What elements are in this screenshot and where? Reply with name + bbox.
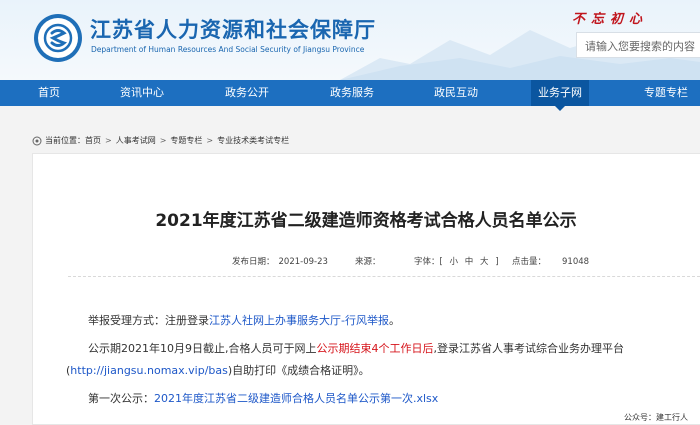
publish-date-value: 2021-09-23: [278, 257, 328, 267]
font-close-bracket: ]: [495, 257, 499, 267]
report-suffix: 。: [388, 314, 400, 327]
source: 来源：: [355, 255, 381, 267]
nav-item-business-subnet[interactable]: 业务子网: [531, 80, 589, 111]
location-icon: [32, 136, 42, 145]
breadcrumb-separator: >: [105, 136, 112, 145]
font-label: 字体：[: [414, 257, 443, 267]
notice-paragraph: 公示期2021年10月9日截止,合格人员可于网上公示期结束4个工作日后,登录江苏…: [88, 340, 624, 356]
breadcrumb-item-exam-site[interactable]: 人事考试网: [116, 135, 156, 146]
breadcrumb-separator: >: [159, 136, 167, 145]
hits-label: 点击量：: [512, 257, 547, 267]
nav-item-gov-public[interactable]: 政务公开: [225, 80, 269, 106]
font-small-button[interactable]: 小: [450, 257, 459, 267]
first-notice-paragraph: 第一次公示：2021年度江苏省二级建造师合格人员名单公示第一次.xlsx: [88, 390, 438, 406]
first-notice-file-link[interactable]: 2021年度江苏省二级建造师合格人员名单公示第一次.xlsx: [154, 392, 438, 405]
notice-text: 公示期2021年10月9日截止,合格人员可于网上: [88, 342, 317, 355]
platform-paragraph: (http://jiangsu.nomax.vip/bas)自助打印《成绩合格证…: [66, 362, 370, 378]
nav-item-topics[interactable]: 专题专栏: [644, 80, 688, 106]
breadcrumb-item-professional-exams[interactable]: 专业技术类考试专栏: [217, 135, 289, 146]
first-notice-label: 第一次公示：: [88, 392, 154, 405]
nav-item-interaction[interactable]: 政民互动: [434, 80, 478, 106]
source-label: 来源：: [355, 257, 381, 267]
notice-highlight: 公示期结束4个工作日后: [316, 342, 434, 355]
breadcrumb-item-home[interactable]: 首页: [85, 135, 101, 146]
slogan: 不忘初心: [572, 12, 649, 27]
publish-date-label: 发布日期：: [232, 257, 275, 267]
article-title: 2021年度江苏省二级建造师资格考试合格人员名单公示: [155, 211, 577, 231]
search-input[interactable]: 请输入您要搜索的内容: [576, 32, 700, 58]
site-logo[interactable]: [34, 14, 82, 62]
footer-note: 公众号：建工行人: [624, 413, 688, 422]
article-panel: [32, 153, 700, 425]
platform-suffix: )自助打印《成绩合格证明》。: [227, 364, 370, 377]
nav-item-home[interactable]: 首页: [38, 80, 60, 106]
report-text: 举报受理方式：注册登录: [88, 314, 209, 327]
font-large-button[interactable]: 大: [480, 257, 489, 267]
nav-item-gov-services[interactable]: 政务服务: [330, 80, 374, 106]
hits: 点击量： 91048: [512, 255, 589, 267]
report-paragraph: 举报受理方式：注册登录江苏人社网上办事服务大厅-行风举报。: [88, 312, 400, 328]
page: 江苏省人力资源和社会保障厅 Department of Human Resour…: [0, 0, 700, 425]
notice-suffix: ,登录江苏省人事考试综合业务办理平台: [433, 342, 625, 355]
breadcrumb-separator: >: [206, 136, 214, 145]
main-nav: 首页 资讯中心 政务公开 政务服务 政民互动 业务子网 专题专栏: [0, 80, 700, 111]
font-medium-button[interactable]: 中: [465, 257, 474, 267]
font-size-control: 字体：[ 小 中 大 ]: [412, 255, 501, 267]
meta-divider: [68, 276, 700, 277]
breadcrumb-item-topics[interactable]: 专题专栏: [170, 135, 202, 146]
site-title: 江苏省人力资源和社会保障厅: [90, 18, 376, 42]
logo-emblem-icon: [38, 18, 78, 58]
report-link[interactable]: 江苏人社网上办事服务大厅-行风举报: [209, 314, 389, 327]
hits-value: 91048: [562, 257, 590, 267]
breadcrumb-prefix: 当前位置：: [45, 136, 85, 145]
site-subtitle: Department of Human Resources And Social…: [91, 45, 365, 54]
site-header: 江苏省人力资源和社会保障厅 Department of Human Resour…: [0, 0, 700, 80]
publish-date: 发布日期： 2021-09-23: [232, 255, 328, 267]
platform-link[interactable]: http://jiangsu.nomax.vip/bas: [70, 364, 228, 377]
breadcrumb: 当前位置： 首页 > 人事考试网 > 专题专栏 > 专业技术类考试专栏: [32, 135, 289, 146]
nav-item-news[interactable]: 资讯中心: [120, 80, 164, 106]
